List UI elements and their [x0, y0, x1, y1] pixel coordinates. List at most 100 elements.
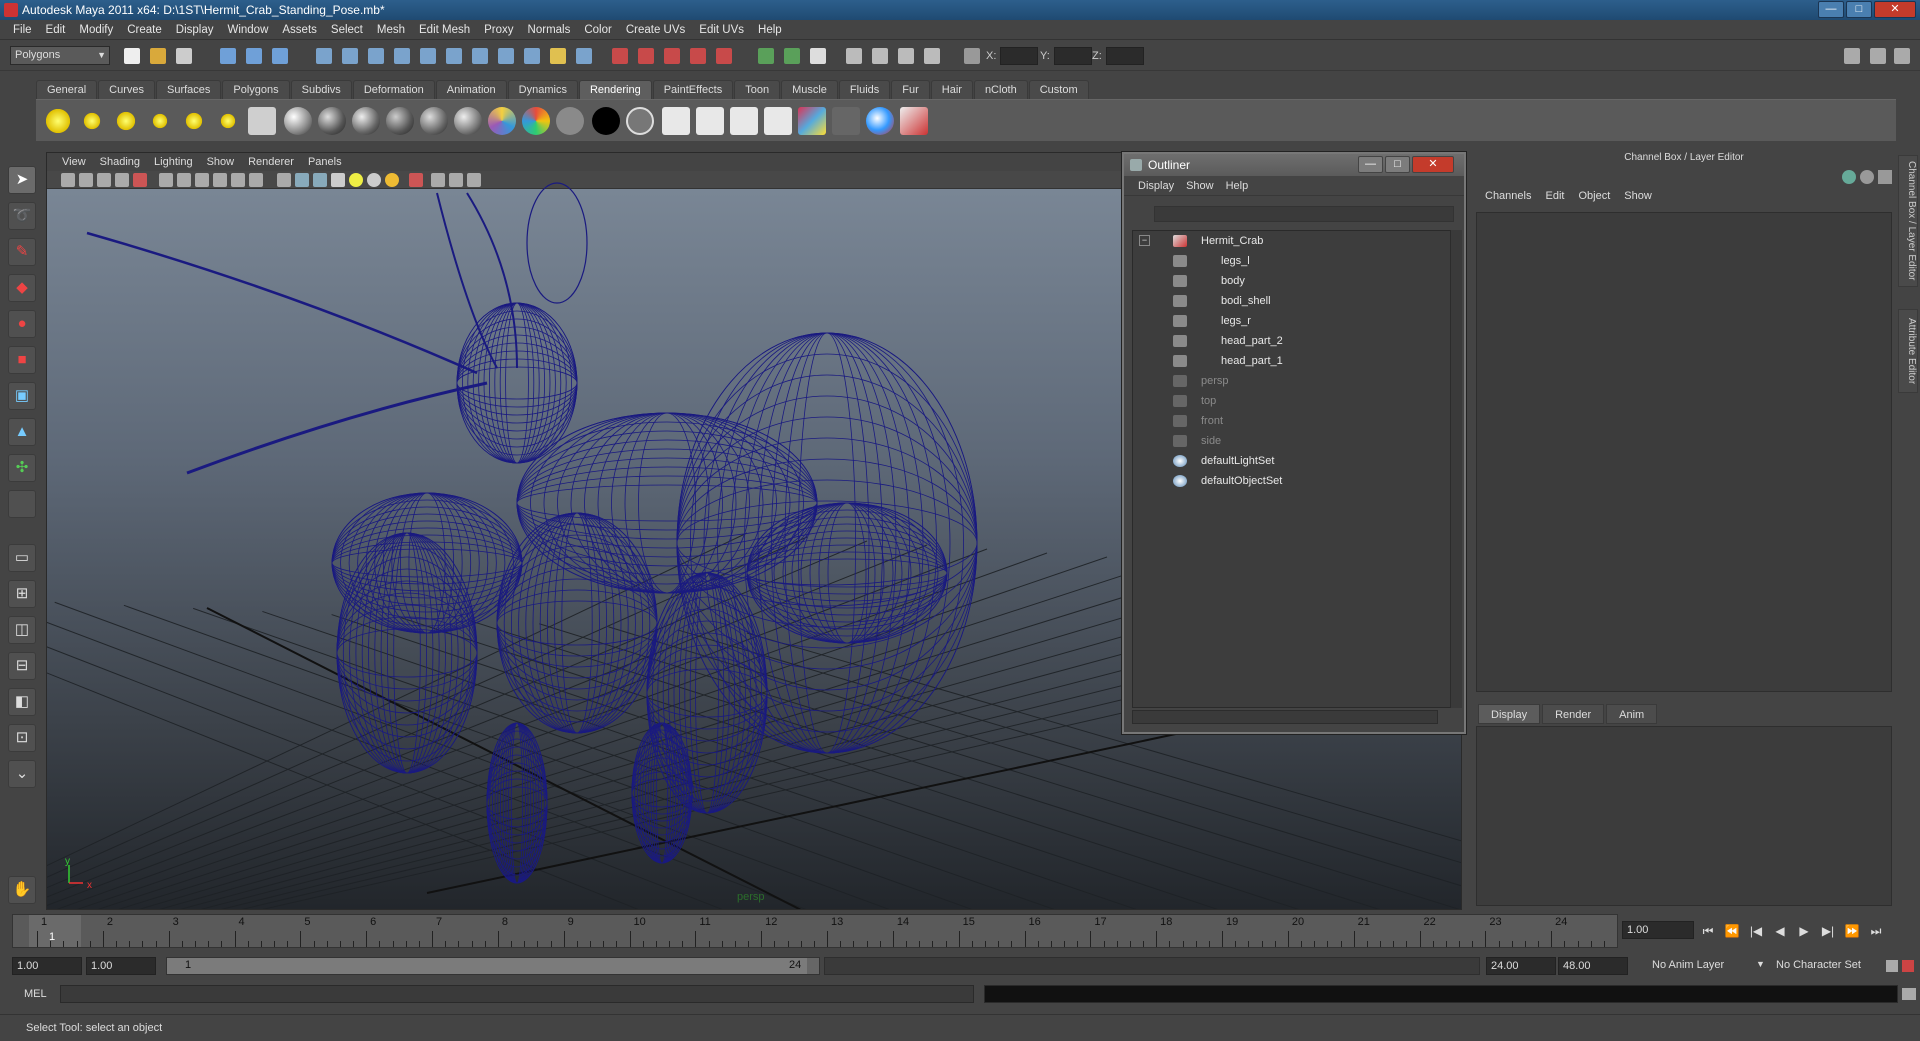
menu-create[interactable]: Create [120, 24, 169, 36]
last-tool[interactable] [8, 490, 36, 518]
character-set-selector[interactable]: No Character Set [1772, 957, 1880, 975]
pick-handles-icon[interactable] [316, 48, 332, 64]
ipr-render-icon[interactable] [872, 48, 888, 64]
y-field[interactable] [1054, 47, 1092, 65]
collapse-toggle[interactable]: − [1139, 235, 1150, 246]
outliner-maximize-button[interactable]: □ [1385, 156, 1410, 173]
pick-rendering-icon[interactable] [472, 48, 488, 64]
z-field[interactable] [1106, 47, 1144, 65]
menu-normals[interactable]: Normals [521, 24, 578, 36]
outliner-item-head-part-1[interactable]: head_part_1 [1173, 351, 1283, 371]
snap-to-grids-icon[interactable] [612, 48, 628, 64]
snap-to-points-icon[interactable] [664, 48, 680, 64]
outliner-item-bodi-shell[interactable]: bodi_shell [1173, 291, 1271, 311]
mental-ray-icon[interactable] [866, 107, 894, 135]
batch-render-icon[interactable] [764, 107, 792, 135]
side-tab-attribute-editor[interactable]: Attribute Editor [1898, 309, 1918, 393]
directional-light-icon[interactable] [78, 107, 106, 135]
anisotropic-shader-icon[interactable] [420, 107, 448, 135]
outliner-item-persp[interactable]: persp [1173, 371, 1229, 391]
anim-layer-selector[interactable]: No Anim Layer [1648, 957, 1758, 975]
show-manipulator-tool[interactable]: ✣ [8, 454, 36, 482]
shelf-tab-ncloth[interactable]: nCloth [973, 80, 1028, 99]
layout-custom[interactable]: ⌄ [8, 760, 36, 788]
layout-persp-outliner-graph[interactable]: ⊡ [8, 724, 36, 752]
lock-selection-icon[interactable] [550, 48, 566, 64]
channel-box-hyperbolic-icon[interactable] [1878, 170, 1892, 184]
transform-field-icon[interactable] [964, 48, 980, 64]
play-backwards-button[interactable]: ◀ [1770, 922, 1790, 940]
outliner-menu-show[interactable]: Show [1180, 180, 1220, 192]
camera-icon[interactable] [248, 107, 276, 135]
outliner-minimize-button[interactable]: — [1358, 156, 1383, 173]
menu-edit-uvs[interactable]: Edit UVs [692, 24, 751, 36]
lambert-shader-icon[interactable] [284, 107, 312, 135]
pick-surfaces-icon[interactable] [394, 48, 410, 64]
blinn-shader-icon[interactable] [318, 107, 346, 135]
pick-dynamics-icon[interactable] [446, 48, 462, 64]
shelf-tab-toon[interactable]: Toon [734, 80, 781, 99]
x-field[interactable] [1000, 47, 1038, 65]
new-scene-icon[interactable] [124, 48, 140, 64]
toggle-attribute-editor-icon[interactable] [1870, 48, 1886, 64]
shelf-tab-animation[interactable]: Animation [435, 80, 507, 99]
shelf-tab-deformation[interactable]: Deformation [352, 80, 435, 99]
layout-four-pane[interactable]: ⊞ [8, 580, 36, 608]
layer-tab-render[interactable]: Render [1542, 704, 1605, 724]
area-light-icon[interactable] [180, 107, 208, 135]
menu-edit[interactable]: Edit [39, 24, 73, 36]
layer-tab-display[interactable]: Display [1478, 704, 1541, 724]
end-time-field[interactable]: 48.00 [1558, 957, 1628, 975]
layout-single-pane[interactable]: ▭ [8, 544, 36, 572]
lasso-tool[interactable]: ➰ [8, 202, 36, 230]
layer-tab-anim[interactable]: Anim [1606, 704, 1658, 724]
menu-create-uvs[interactable]: Create UVs [619, 24, 692, 36]
playback-start-field[interactable]: 1.00 [86, 957, 156, 975]
hypershade-icon[interactable] [924, 48, 940, 64]
layout-persp-graph[interactable]: ⊟ [8, 652, 36, 680]
select-hierarchy-icon[interactable] [220, 48, 236, 64]
shelf-tab-curves[interactable]: Curves [98, 80, 155, 99]
menu-help[interactable]: Help [751, 24, 789, 36]
channel-box-menu-channels[interactable]: Channels [1478, 190, 1538, 208]
soft-modification-tool[interactable]: ▲ [8, 418, 36, 446]
lambert-default-icon[interactable] [626, 107, 654, 135]
outliner-item-default-object-set[interactable]: defaultObjectSet [1173, 471, 1282, 491]
paint-brush-icon[interactable] [900, 107, 928, 135]
render-layer-icon[interactable] [832, 107, 860, 135]
shelf-tab-subdivs[interactable]: Subdivs [290, 80, 352, 99]
menu-window[interactable]: Window [220, 24, 275, 36]
maximize-button[interactable]: □ [1846, 1, 1872, 18]
go-to-start-button[interactable]: ⏮ [1698, 922, 1718, 940]
select-tool[interactable]: ➤ [8, 166, 36, 194]
highlight-selection-icon[interactable] [576, 48, 592, 64]
toggle-layout-icon[interactable]: ✋ [8, 876, 36, 904]
channel-box-menu-object[interactable]: Object [1571, 190, 1617, 208]
snap-to-view-planes-icon[interactable] [690, 48, 706, 64]
menu-color[interactable]: Color [577, 24, 618, 36]
pick-misc-icon[interactable] [498, 48, 514, 64]
snap-to-curves-icon[interactable] [638, 48, 654, 64]
pick-curves-icon[interactable] [368, 48, 384, 64]
menu-assets[interactable]: Assets [275, 24, 324, 36]
layer-editor-panel[interactable] [1476, 726, 1892, 906]
menu-file[interactable]: File [6, 24, 39, 36]
menu-mesh[interactable]: Mesh [370, 24, 412, 36]
channel-box-menu-show[interactable]: Show [1617, 190, 1659, 208]
menu-set-selector[interactable]: Polygons ▼ [10, 46, 110, 65]
universal-manipulator-tool[interactable]: ▣ [8, 382, 36, 410]
rotate-tool[interactable]: ● [8, 310, 36, 338]
render-current-frame-icon[interactable] [846, 48, 862, 64]
paint-select-tool[interactable]: ✎ [8, 238, 36, 266]
close-button[interactable]: ✕ [1874, 1, 1916, 18]
select-component-icon[interactable] [272, 48, 288, 64]
outliner-horizontal-scrollbar[interactable] [1132, 710, 1438, 724]
hypershade-shelf-icon[interactable] [798, 107, 826, 135]
shelf-tab-hair[interactable]: Hair [930, 80, 973, 99]
command-language-label[interactable]: MEL [24, 988, 47, 1000]
shelf-tab-fur[interactable]: Fur [891, 80, 930, 99]
select-object-icon[interactable] [246, 48, 262, 64]
go-to-end-button[interactable]: ⏭ [1866, 922, 1886, 940]
outliner-item-front[interactable]: front [1173, 411, 1223, 431]
question-mark-icon[interactable] [524, 48, 540, 64]
